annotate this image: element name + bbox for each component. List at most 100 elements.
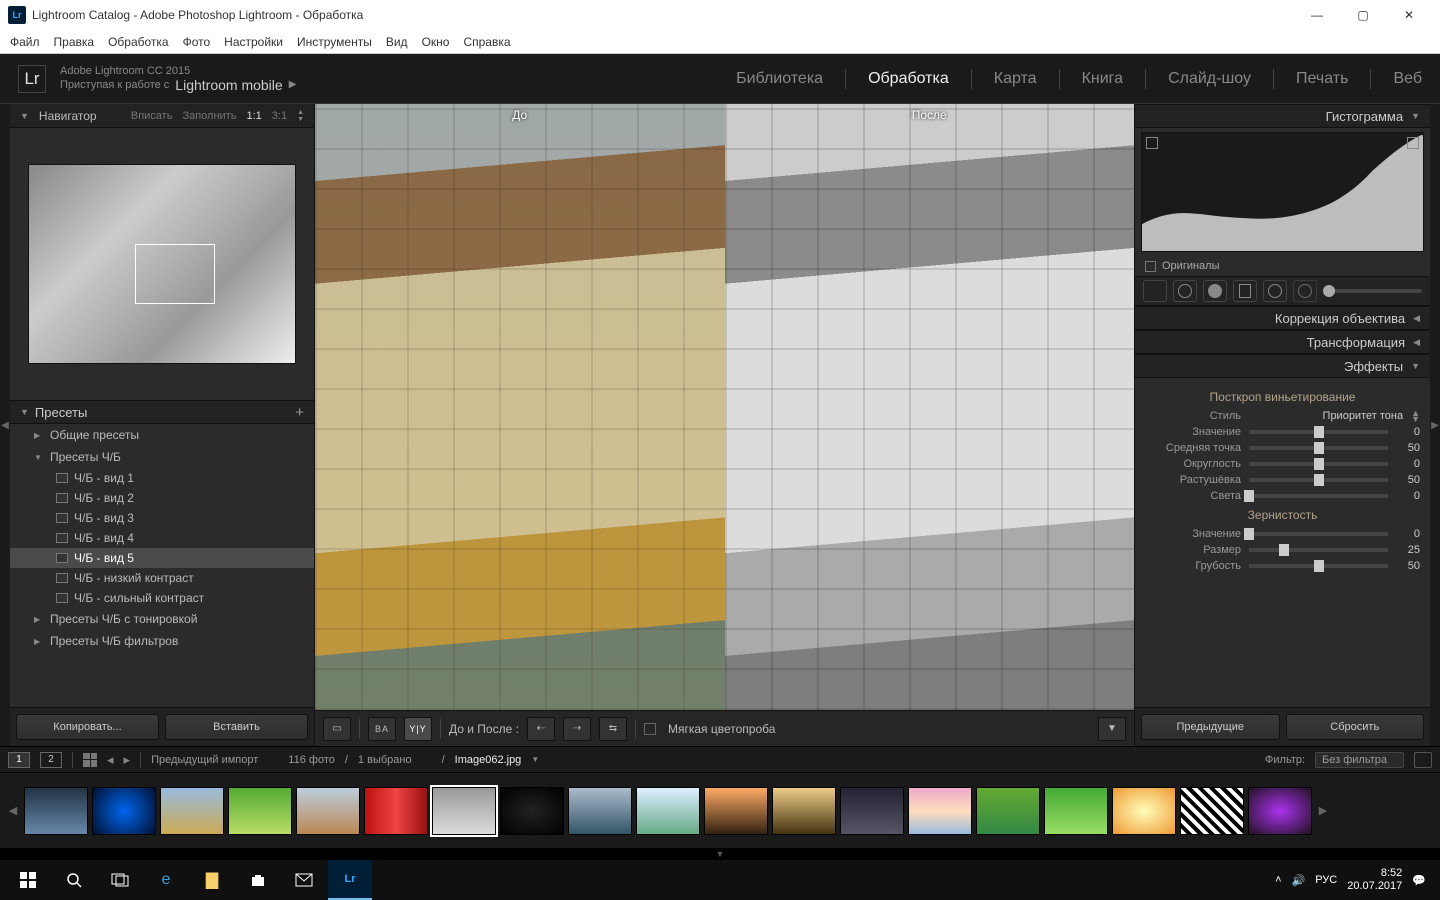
vignette-slider[interactable] bbox=[1249, 430, 1388, 434]
menu-view[interactable]: Вид bbox=[386, 35, 408, 49]
thumbnail[interactable] bbox=[364, 787, 428, 835]
module-develop[interactable]: Обработка bbox=[868, 70, 949, 88]
filmstrip-prev[interactable]: ◀ bbox=[6, 779, 20, 843]
thumbnail[interactable] bbox=[568, 787, 632, 835]
redeye-tool-icon[interactable] bbox=[1203, 280, 1227, 302]
shadow-clip-icon[interactable] bbox=[1146, 137, 1158, 149]
module-book[interactable]: Книга bbox=[1082, 70, 1123, 88]
thumbnail[interactable] bbox=[1112, 787, 1176, 835]
vignette-slider[interactable] bbox=[1249, 462, 1388, 466]
chevron-right-icon[interactable]: ▶ bbox=[289, 79, 297, 90]
loupe-view-button[interactable]: ▭ bbox=[323, 717, 351, 741]
thumbnail[interactable] bbox=[772, 787, 836, 835]
notifications-icon[interactable]: 💬 bbox=[1412, 874, 1426, 887]
search-icon[interactable] bbox=[52, 860, 96, 900]
copy-button[interactable]: Копировать... bbox=[16, 714, 159, 740]
filter-select[interactable]: Без фильтра bbox=[1315, 752, 1404, 768]
vignette-slider[interactable] bbox=[1249, 446, 1388, 450]
clock[interactable]: 8:52 20.07.2017 bbox=[1347, 867, 1402, 893]
radial-tool-icon[interactable] bbox=[1263, 280, 1287, 302]
navigator-viewport[interactable] bbox=[135, 244, 215, 303]
nav-back-icon[interactable]: ◂ bbox=[107, 752, 114, 768]
filmstrip-next[interactable]: ▶ bbox=[1316, 779, 1330, 843]
mask-slider[interactable] bbox=[1323, 289, 1422, 293]
style-select[interactable]: Приоритет тона bbox=[1249, 410, 1403, 422]
thumbnail-selected[interactable] bbox=[432, 787, 496, 835]
module-print[interactable]: Печать bbox=[1296, 70, 1348, 88]
preset-group-bw[interactable]: Пресеты Ч/Б bbox=[10, 446, 314, 468]
thumbnail[interactable] bbox=[704, 787, 768, 835]
preset-bw-high-contrast[interactable]: Ч/Б - сильный контраст bbox=[10, 588, 314, 608]
originals-row[interactable]: Оригиналы bbox=[1135, 256, 1430, 276]
module-slideshow[interactable]: Слайд-шоу bbox=[1168, 70, 1251, 88]
start-button[interactable] bbox=[6, 860, 50, 900]
mobile-link[interactable]: Lightroom mobile bbox=[175, 77, 282, 93]
thumbnail[interactable] bbox=[228, 787, 292, 835]
right-panel-toggle[interactable]: ▶ bbox=[1430, 104, 1440, 746]
menu-file[interactable]: Файл bbox=[10, 35, 40, 49]
vignette-slider[interactable] bbox=[1249, 478, 1388, 482]
presets-header[interactable]: ▼ Пресеты + bbox=[10, 400, 314, 424]
thumbnail[interactable] bbox=[1180, 787, 1244, 835]
close-button[interactable]: ✕ bbox=[1386, 0, 1432, 30]
swap-left-button[interactable]: ⇠ bbox=[527, 717, 555, 741]
histogram[interactable] bbox=[1141, 132, 1424, 252]
task-view-icon[interactable] bbox=[98, 860, 142, 900]
edge-icon[interactable]: e bbox=[144, 860, 188, 900]
tray-chevron-icon[interactable]: ˄ bbox=[1275, 874, 1281, 886]
filter-lock-icon[interactable] bbox=[1414, 752, 1432, 768]
preset-bw-4[interactable]: Ч/Б - вид 4 bbox=[10, 528, 314, 548]
originals-checkbox[interactable] bbox=[1145, 261, 1156, 272]
preset-bw-5[interactable]: Ч/Б - вид 5 bbox=[10, 548, 314, 568]
filmstrip[interactable]: ◀ ▶ bbox=[0, 772, 1440, 848]
compare-yy-button[interactable]: Y|Y bbox=[404, 717, 432, 741]
menu-photo[interactable]: Фото bbox=[183, 35, 211, 49]
highlight-clip-icon[interactable] bbox=[1407, 137, 1419, 149]
compare-ba-button[interactable]: BA bbox=[368, 717, 396, 741]
spot-tool-icon[interactable] bbox=[1173, 280, 1197, 302]
navigator-header[interactable]: ▼ Навигатор Вписать Заполнить 1:1 3:1 ▲▼ bbox=[10, 104, 314, 128]
thumbnail[interactable] bbox=[1044, 787, 1108, 835]
preset-bw-3[interactable]: Ч/Б - вид 3 bbox=[10, 508, 314, 528]
zoom-1-1[interactable]: 1:1 bbox=[246, 110, 261, 122]
after-view[interactable]: После bbox=[725, 104, 1135, 710]
style-stepper-icon[interactable]: ▲▼ bbox=[1411, 410, 1420, 422]
softproof-checkbox[interactable] bbox=[644, 723, 656, 735]
volume-icon[interactable]: 🔊 bbox=[1292, 874, 1306, 887]
module-library[interactable]: Библиотека bbox=[736, 70, 823, 88]
reset-button[interactable]: Сбросить bbox=[1286, 714, 1425, 740]
preset-group-general[interactable]: Общие пресеты bbox=[10, 424, 314, 446]
thumbnail[interactable] bbox=[500, 787, 564, 835]
preset-group-bw-filters[interactable]: Пресеты Ч/Б фильтров bbox=[10, 630, 314, 652]
source-label[interactable]: Предыдущий импорт bbox=[151, 754, 258, 766]
grain-slider[interactable] bbox=[1249, 532, 1388, 536]
crop-tool-icon[interactable] bbox=[1143, 280, 1167, 302]
preset-bw-2[interactable]: Ч/Б - вид 2 bbox=[10, 488, 314, 508]
explorer-icon[interactable]: ▇ bbox=[190, 860, 234, 900]
menu-window[interactable]: Окно bbox=[422, 35, 450, 49]
menu-settings[interactable]: Настройки bbox=[224, 35, 283, 49]
left-panel-toggle[interactable]: ◀ bbox=[0, 104, 10, 746]
nav-forward-icon[interactable]: ▸ bbox=[124, 752, 131, 768]
thumbnail[interactable] bbox=[1248, 787, 1312, 835]
language-indicator[interactable]: РУС bbox=[1315, 874, 1337, 886]
menu-help[interactable]: Справка bbox=[463, 35, 510, 49]
menu-tools[interactable]: Инструменты bbox=[297, 35, 372, 49]
swap-right-button[interactable]: ⇢ bbox=[563, 717, 591, 741]
thumbnail[interactable] bbox=[296, 787, 360, 835]
grain-slider[interactable] bbox=[1249, 564, 1388, 568]
thumbnail[interactable] bbox=[92, 787, 156, 835]
module-map[interactable]: Карта bbox=[994, 70, 1037, 88]
preset-group-bw-toned[interactable]: Пресеты Ч/Б с тонировкой bbox=[10, 608, 314, 630]
lens-correction-header[interactable]: Коррекция объектива ◀ bbox=[1135, 306, 1430, 330]
effects-header[interactable]: Эффекты ▼ bbox=[1135, 354, 1430, 378]
menu-edit[interactable]: Правка bbox=[54, 35, 95, 49]
gradient-tool-icon[interactable] bbox=[1233, 280, 1257, 302]
thumbnail[interactable] bbox=[908, 787, 972, 835]
previous-button[interactable]: Предыдущие bbox=[1141, 714, 1280, 740]
thumbnail[interactable] bbox=[976, 787, 1040, 835]
vignette-slider[interactable] bbox=[1249, 494, 1388, 498]
thumbnail[interactable] bbox=[840, 787, 904, 835]
thumbnail[interactable] bbox=[24, 787, 88, 835]
preset-bw-low-contrast[interactable]: Ч/Б - низкий контраст bbox=[10, 568, 314, 588]
